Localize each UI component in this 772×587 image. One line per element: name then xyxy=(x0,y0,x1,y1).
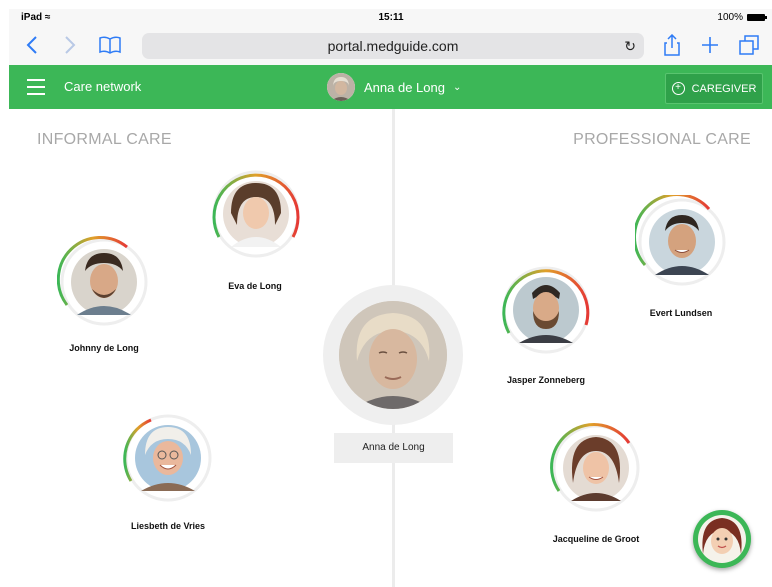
url-text: portal.medguide.com xyxy=(327,38,459,54)
forward-icon[interactable] xyxy=(61,33,79,57)
patient-selector[interactable]: Anna de Long ⌄ xyxy=(327,73,461,101)
caregiver-button-label: CAREGIVER xyxy=(691,82,757,95)
person-name: Jacqueline de Groot xyxy=(552,534,640,544)
tabs-icon[interactable] xyxy=(738,33,760,57)
battery-percent: 100% xyxy=(717,12,743,23)
bookmarks-icon[interactable] xyxy=(97,33,123,57)
patient-avatar xyxy=(339,301,447,409)
care-network-canvas: INFORMAL CARE PROFESSIONAL CARE Eva de L… xyxy=(9,109,772,587)
caregiver-eva-de-long[interactable] xyxy=(209,167,303,261)
caregiver-jacqueline-de-groot[interactable] xyxy=(549,421,643,515)
informal-care-heading: INFORMAL CARE xyxy=(37,131,172,148)
app-header: Care network Anna de Long ⌄ + CAREGIVER xyxy=(9,65,772,109)
assistant-chat-button[interactable] xyxy=(693,510,751,568)
new-tab-icon[interactable] xyxy=(700,33,720,57)
reload-icon[interactable]: ↻ xyxy=(624,33,636,59)
professional-care-heading: PROFESSIONAL CARE xyxy=(573,131,751,148)
page-title: Care network xyxy=(64,79,142,94)
eva-avatar xyxy=(212,170,300,258)
jasper-avatar xyxy=(502,266,590,354)
avatar xyxy=(327,73,355,101)
evert-avatar xyxy=(635,195,726,286)
add-caregiver-button[interactable]: + CAREGIVER xyxy=(665,73,763,104)
hamburger-menu-icon[interactable] xyxy=(27,79,45,95)
battery-icon xyxy=(747,14,767,21)
person-name: Jasper Zonneberg xyxy=(506,375,586,385)
person-name: Liesbeth de Vries xyxy=(130,521,206,531)
chevron-down-icon: ⌄ xyxy=(452,81,462,93)
status-bar: iPad ≈ 15:11 100% xyxy=(9,9,772,27)
patient-center-node[interactable] xyxy=(323,285,463,425)
caregiver-johnny-de-long[interactable] xyxy=(57,235,151,329)
address-bar[interactable]: portal.medguide.com ↻ xyxy=(142,33,644,59)
person-name: Eva de Long xyxy=(228,281,282,291)
share-icon[interactable] xyxy=(662,33,682,57)
person-name: Johnny de Long xyxy=(69,343,139,353)
person-name: Evert Lundsen xyxy=(649,308,713,318)
patient-name: Anna de Long xyxy=(364,79,445,95)
jacqueline-avatar xyxy=(550,423,640,512)
assistant-avatar-icon xyxy=(698,515,746,563)
johnny-avatar xyxy=(57,236,148,326)
patient-name-label: Anna de Long xyxy=(334,433,453,463)
caregiver-jasper-zonneberg[interactable] xyxy=(499,263,593,357)
app-frame: iPad ≈ 15:11 100% portal.medguide.com ↻ xyxy=(9,9,772,587)
status-time: 15:11 xyxy=(378,12,404,23)
plus-circle-icon: + xyxy=(671,82,685,95)
battery-status: 100% xyxy=(717,12,767,23)
back-icon[interactable] xyxy=(23,33,41,57)
liesbeth-avatar xyxy=(123,414,212,502)
caregiver-evert-lundsen[interactable] xyxy=(635,195,729,289)
caregiver-liesbeth-de-vries[interactable] xyxy=(121,411,215,505)
browser-toolbar: portal.medguide.com ↻ xyxy=(9,27,772,66)
